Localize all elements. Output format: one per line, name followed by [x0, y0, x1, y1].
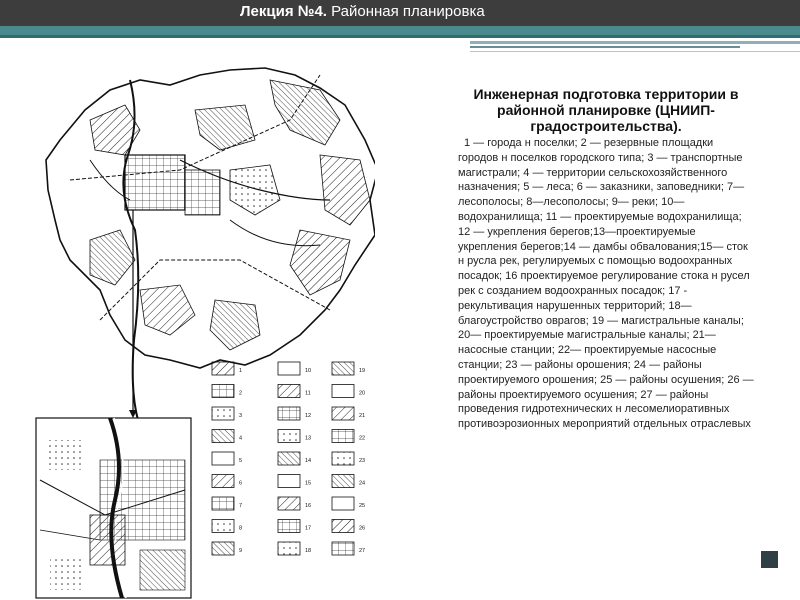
legend-swatch [277, 384, 301, 398]
description-heading: Инженерная подготовка территории в район… [473, 86, 739, 134]
legend-number: 27 [359, 548, 365, 554]
header-accent-stripe-dark [0, 35, 800, 38]
legend-swatch [331, 519, 355, 533]
legend-number: 18 [305, 548, 311, 554]
legend-number: 14 [305, 458, 311, 464]
legend-swatch [277, 451, 301, 466]
legend-number: 25 [359, 503, 365, 509]
legend-number: 10 [305, 368, 311, 374]
region-map [45, 67, 375, 421]
planning-map-figure: 1234567891011121314151617181920212223242… [35, 67, 375, 599]
legend-swatch [331, 429, 355, 443]
legend-number: 9 [239, 548, 242, 554]
legend-number: 11 [305, 391, 311, 397]
legend-swatch [331, 451, 355, 466]
legend-swatch [277, 361, 301, 376]
legend-number: 15 [305, 481, 311, 487]
legend-number: 20 [359, 391, 365, 397]
legend-swatch [211, 451, 235, 466]
legend-description: 1 — города н поселки; 2 — резервные площ… [458, 137, 754, 431]
legend-swatch [211, 519, 235, 533]
legend-swatch [211, 384, 235, 398]
legend-swatch [277, 406, 301, 421]
legend-number: 17 [305, 526, 311, 532]
map-legend: 1234567891011121314151617181920212223242… [211, 361, 365, 556]
legend-swatch [211, 429, 235, 443]
legend-number: 3 [239, 413, 242, 419]
legend-swatch [331, 541, 355, 556]
header-accent-stripe [0, 26, 800, 35]
legend-swatch [277, 496, 301, 511]
slide-header: Лекция №4. Районная планировка [0, 0, 800, 26]
description-panel: Инженерная подготовка территории в район… [458, 86, 754, 600]
inset-map [35, 417, 192, 599]
legend-number: 4 [239, 436, 242, 442]
decorative-line [470, 41, 800, 44]
legend-swatch [331, 361, 355, 376]
slide-title: Лекция №4. Районная планировка [240, 3, 485, 21]
decorative-line [470, 46, 740, 48]
legend-number: 24 [359, 481, 365, 487]
legend-number: 22 [359, 436, 365, 442]
legend-number: 5 [239, 458, 242, 464]
legend-number: 13 [305, 436, 311, 442]
legend-swatch [277, 429, 301, 443]
legend-number: 16 [305, 503, 311, 509]
legend-swatch [211, 361, 235, 376]
legend-number: 19 [359, 368, 365, 374]
legend-number: 8 [239, 526, 242, 532]
legend-number: 21 [359, 413, 365, 419]
slide-nav-button[interactable] [761, 551, 778, 568]
legend-swatch [211, 474, 235, 488]
slide-title-rest: Районная планировка [326, 3, 485, 20]
legend-number: 6 [239, 481, 242, 487]
legend-number: 23 [359, 458, 365, 464]
legend-swatch [277, 541, 301, 556]
legend-swatch [331, 496, 355, 511]
legend-swatch [331, 384, 355, 398]
decorative-line [470, 51, 800, 52]
slide-title-bold: Лекция №4. [240, 3, 327, 20]
legend-swatch [331, 474, 355, 488]
legend-number: 1 [239, 368, 242, 374]
legend-swatch [331, 406, 355, 421]
legend-number: 26 [359, 526, 365, 532]
legend-number: 2 [239, 391, 242, 397]
legend-swatch [211, 541, 235, 556]
legend-swatch [277, 519, 301, 533]
legend-number: 12 [305, 413, 311, 419]
legend-swatch [211, 406, 235, 421]
legend-swatch [211, 496, 235, 511]
legend-number: 7 [239, 503, 242, 509]
legend-swatch [277, 474, 301, 488]
